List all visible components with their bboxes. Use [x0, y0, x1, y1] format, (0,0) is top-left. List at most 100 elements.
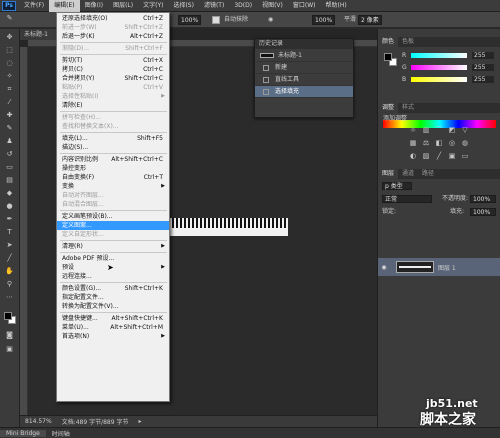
healing-tool-icon[interactable]: ✚: [4, 111, 15, 120]
history-item-selected[interactable]: 选择填充: [255, 86, 353, 98]
edit-menu-item[interactable]: 拼写检查(H)...: [57, 113, 169, 122]
path-select-tool-icon[interactable]: ➤: [4, 241, 15, 250]
green-value[interactable]: 255: [472, 64, 494, 71]
quick-mask-icon[interactable]: ◙: [4, 331, 15, 340]
selective-color-icon[interactable]: ▣: [447, 152, 457, 160]
edit-menu-item[interactable]: 自动混合图层...: [57, 200, 169, 209]
edit-menu-item[interactable]: 定义画笔预设(B)...: [57, 212, 169, 221]
edit-menu-item[interactable]: 选择性粘贴(I) ▶: [57, 92, 169, 101]
menu-item[interactable]: 选择(S): [168, 0, 199, 12]
posterize-icon[interactable]: ▨: [421, 152, 431, 160]
tab-layers[interactable]: 图层: [378, 169, 399, 179]
eraser-tool-icon[interactable]: ▭: [4, 163, 15, 172]
dodge-tool-icon[interactable]: ●: [4, 202, 15, 211]
brush-tool-icon[interactable]: ✎: [4, 14, 15, 23]
red-slider[interactable]: R 255: [402, 52, 498, 59]
red-value[interactable]: 255: [472, 52, 494, 59]
fill-field[interactable]: 100%: [470, 208, 496, 216]
edit-menu-item[interactable]: 清除(E): [57, 101, 169, 110]
brightness-icon[interactable]: ☼: [408, 126, 418, 134]
smoothing-field[interactable]: 2 像素: [358, 15, 382, 25]
black-white-icon[interactable]: ◧: [434, 139, 444, 147]
edit-menu-item[interactable]: 内容识别比例 Alt+Shift+Ctrl+C: [57, 155, 169, 164]
photo-filter-icon[interactable]: ◎: [447, 139, 457, 147]
blue-slider-track[interactable]: [411, 77, 467, 82]
quick-select-tool-icon[interactable]: ✧: [4, 72, 15, 81]
tab-swatches[interactable]: 色板: [398, 37, 418, 47]
color-balance-icon[interactable]: ⚖: [421, 139, 431, 147]
edit-menu-item[interactable]: 转换为配置文件(V)...: [57, 302, 169, 311]
edit-menu-item[interactable]: 定义图案...: [57, 221, 169, 230]
more-tools-icon[interactable]: ⋯: [4, 293, 15, 302]
edit-menu-item[interactable]: 颜色设置(G)... Shift+Ctrl+K: [57, 284, 169, 293]
edit-menu-item[interactable]: 合并拷贝(Y) Shift+Ctrl+C: [57, 74, 169, 83]
tab-adjustments[interactable]: 调整: [378, 103, 399, 113]
menu-edit[interactable]: 编辑(E): [49, 0, 80, 12]
curves-icon[interactable]: ⌒: [434, 126, 444, 134]
edit-menu-item[interactable]: 自由变换(F) Ctrl+T: [57, 173, 169, 182]
edit-menu-item[interactable]: 操控变形: [57, 164, 169, 173]
panel-foreground-swatch[interactable]: [384, 53, 392, 61]
blend-mode-select[interactable]: 正常: [382, 195, 432, 203]
vibrance-icon[interactable]: ▽: [460, 126, 470, 134]
tab-timeline[interactable]: 时间轴: [46, 429, 76, 438]
stamp-tool-icon[interactable]: ♟: [4, 137, 15, 146]
edit-menu-item[interactable]: 远程连接...: [57, 272, 169, 281]
history-item[interactable]: 直线工具: [255, 74, 353, 86]
edit-menu-item[interactable]: 粘贴(P) Ctrl+V: [57, 83, 169, 92]
menu-item[interactable]: 图层(L): [108, 0, 138, 12]
marquee-tool-icon[interactable]: ⬚: [4, 46, 15, 55]
flow-field[interactable]: 100%: [312, 15, 336, 25]
edit-menu-item[interactable]: 菜单(U)... Alt+Shift+Ctrl+M: [57, 323, 169, 332]
move-tool-icon[interactable]: ✥: [4, 33, 15, 42]
edit-menu-item[interactable]: 后退一步(K) Alt+Ctrl+Z: [57, 32, 169, 41]
menu-item[interactable]: 文字(Y): [138, 0, 168, 12]
zoom-tool-icon[interactable]: ⚲: [4, 280, 15, 289]
zoom-field[interactable]: 100%: [178, 15, 202, 25]
blur-tool-icon[interactable]: ◆: [4, 189, 15, 198]
edit-menu-item[interactable]: 首选项(N) ▶: [57, 332, 169, 341]
blue-slider[interactable]: B 255: [402, 76, 498, 83]
type-tool-icon[interactable]: T: [4, 228, 15, 237]
tab-styles[interactable]: 样式: [398, 103, 418, 113]
edit-menu-item[interactable]: 查找和替换文本(X)...: [57, 122, 169, 131]
threshold-icon[interactable]: ╱: [434, 152, 444, 160]
hue-saturation-icon[interactable]: ▦: [408, 139, 418, 147]
edit-menu-item[interactable]: 渐隐(D)... Shift+Ctrl+F: [57, 44, 169, 53]
eyedropper-tool-icon[interactable]: ⁄: [4, 98, 15, 107]
edit-menu-item[interactable]: 还原选择填充(O) Ctrl+Z: [57, 14, 169, 23]
menu-item[interactable]: 文件(F): [19, 0, 49, 12]
tab-mini-bridge[interactable]: Mini Bridge: [0, 429, 46, 437]
blue-value[interactable]: 255: [472, 76, 494, 83]
foreground-color-swatch[interactable]: [4, 312, 12, 320]
menu-item[interactable]: 窗口(W): [288, 0, 321, 12]
edit-menu-item[interactable]: 指定配置文件...: [57, 293, 169, 302]
green-slider-track[interactable]: [411, 65, 467, 70]
visibility-eye-icon[interactable]: ◉: [378, 264, 390, 271]
edit-menu-item[interactable]: 填充(L)... Shift+F5: [57, 134, 169, 143]
edit-menu-item[interactable]: 描边(S)...: [57, 143, 169, 152]
red-slider-track[interactable]: [411, 53, 467, 58]
auto-erase-checkbox[interactable]: [212, 16, 220, 24]
edit-menu-item[interactable]: Adobe PDF 预设...: [57, 254, 169, 263]
gradient-map-icon[interactable]: ▭: [460, 152, 470, 160]
crop-tool-icon[interactable]: ⌗: [4, 85, 15, 94]
menu-item[interactable]: 视图(V): [257, 0, 288, 12]
edit-menu-item[interactable]: 键盘快捷键... Alt+Shift+Ctrl+K: [57, 314, 169, 323]
layer-row[interactable]: ◉ 图层 1: [378, 258, 500, 276]
invert-icon[interactable]: ◐: [408, 152, 418, 160]
channel-mixer-icon[interactable]: ◍: [460, 139, 470, 147]
screen-mode-icon[interactable]: ▣: [4, 345, 15, 354]
menu-item[interactable]: 滤镜(T): [199, 0, 229, 12]
edit-menu-item[interactable]: 定义自定形状...: [57, 230, 169, 239]
tab-paths[interactable]: 路径: [418, 169, 438, 179]
brush-tool-icon[interactable]: ✎: [4, 124, 15, 133]
pen-tool-icon[interactable]: ✒: [4, 215, 15, 224]
lasso-tool-icon[interactable]: ◌: [4, 59, 15, 68]
edit-menu-item[interactable]: 剪切(T) Ctrl+X: [57, 56, 169, 65]
opacity-field[interactable]: 100%: [470, 195, 496, 203]
hand-tool-icon[interactable]: ✋: [4, 267, 15, 276]
zoom-readout[interactable]: 814.57%: [20, 418, 57, 425]
tab-channels[interactable]: 通道: [398, 169, 418, 179]
green-slider[interactable]: G 255: [402, 64, 498, 71]
